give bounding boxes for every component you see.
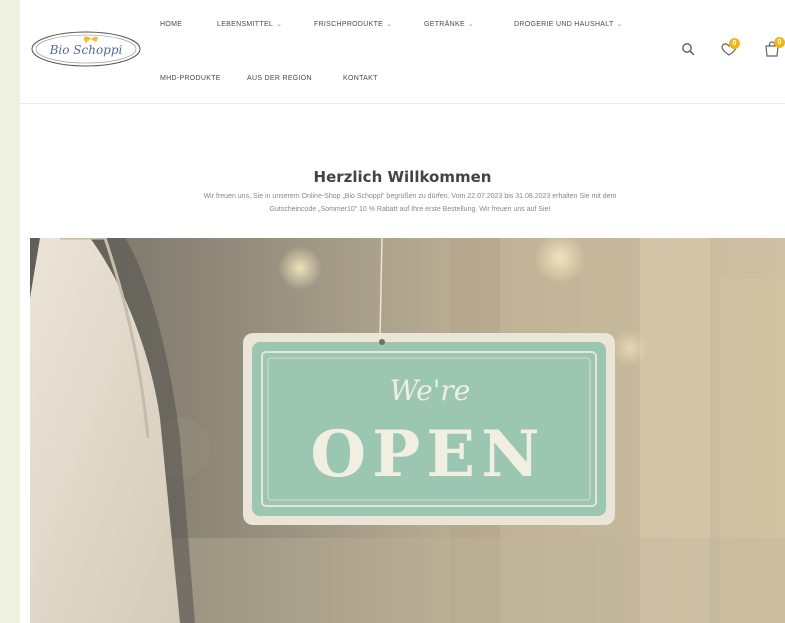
logo-text: Bio Schoppi [49,43,123,57]
nav-kontakt[interactable]: KONTAKT [343,75,403,82]
nav-drogerie-label: DROGERIE UND HAUSHALT [514,21,614,28]
wishlist-button[interactable]: 0 [720,38,742,58]
main-nav-row-1: HOME LEBENSMITTEL ⌄ FRISCHPRODUKTE ⌄ GETRÄ… [160,20,623,29]
nav-kontakt-label: KONTAKT [343,75,378,82]
chevron-down-icon: ⌄ [467,21,475,28]
chevron-down-icon: ⌄ [276,21,283,28]
nav-home[interactable]: HOME [160,21,217,28]
hero-open-sign-photo: We're OPEN [30,238,785,623]
cart-count-badge: 0 [774,37,785,48]
nav-home-label: HOME [160,20,183,28]
wishlist-count-badge: 0 [729,38,740,49]
chevron-down-icon: ⌄ [616,21,623,28]
welcome-title-light: Herzlich [313,168,388,187]
nav-drogerie-haushalt[interactable]: DROGERIE UND HAUSHALT ⌄ [514,20,623,28]
welcome-text: Wir freuen uns, Sie in unserem Online-Sh… [203,193,617,213]
chevron-down-icon: ⌄ [386,21,393,28]
nav-frischprodukte-label: FRISCHPRODUKTE [314,21,384,28]
main-nav-row-2: MHD-PRODUKTE AUS DER REGION KONTAKT [160,75,403,82]
nav-aus-der-region[interactable]: AUS DER REGION [247,75,343,82]
nav-frischprodukte[interactable]: FRISCHPRODUKTE ⌄ [314,20,424,28]
nav-mhd-produkte[interactable]: MHD-PRODUKTE [160,75,247,82]
page: Bio Schoppi HOME LEBENSMITTEL ⌄ FRISCHPRO… [20,0,785,623]
nav-mhd-label: MHD-PRODUKTE [160,75,221,82]
nav-region-label: AUS DER REGION [247,75,312,82]
nav-getraenke[interactable]: GETRÄNKE ⌄ [424,20,514,28]
nav-lebensmittel[interactable]: LEBENSMITTEL ⌄ [217,20,314,28]
nav-lebensmittel-label: LEBENSMITTEL [217,21,274,28]
search-icon[interactable] [681,42,695,56]
site-header: Bio Schoppi HOME LEBENSMITTEL ⌄ FRISCHPRO… [20,0,785,104]
hero-image: We're OPEN [30,238,785,623]
welcome-title-bold: Willkommen [387,168,492,187]
nav-getraenke-label: GETRÄNKE [424,21,465,28]
site-logo[interactable]: Bio Schoppi [30,28,142,70]
cart-button[interactable]: 0 [763,37,785,59]
welcome-title: Herzlich Willkommen [20,168,785,186]
